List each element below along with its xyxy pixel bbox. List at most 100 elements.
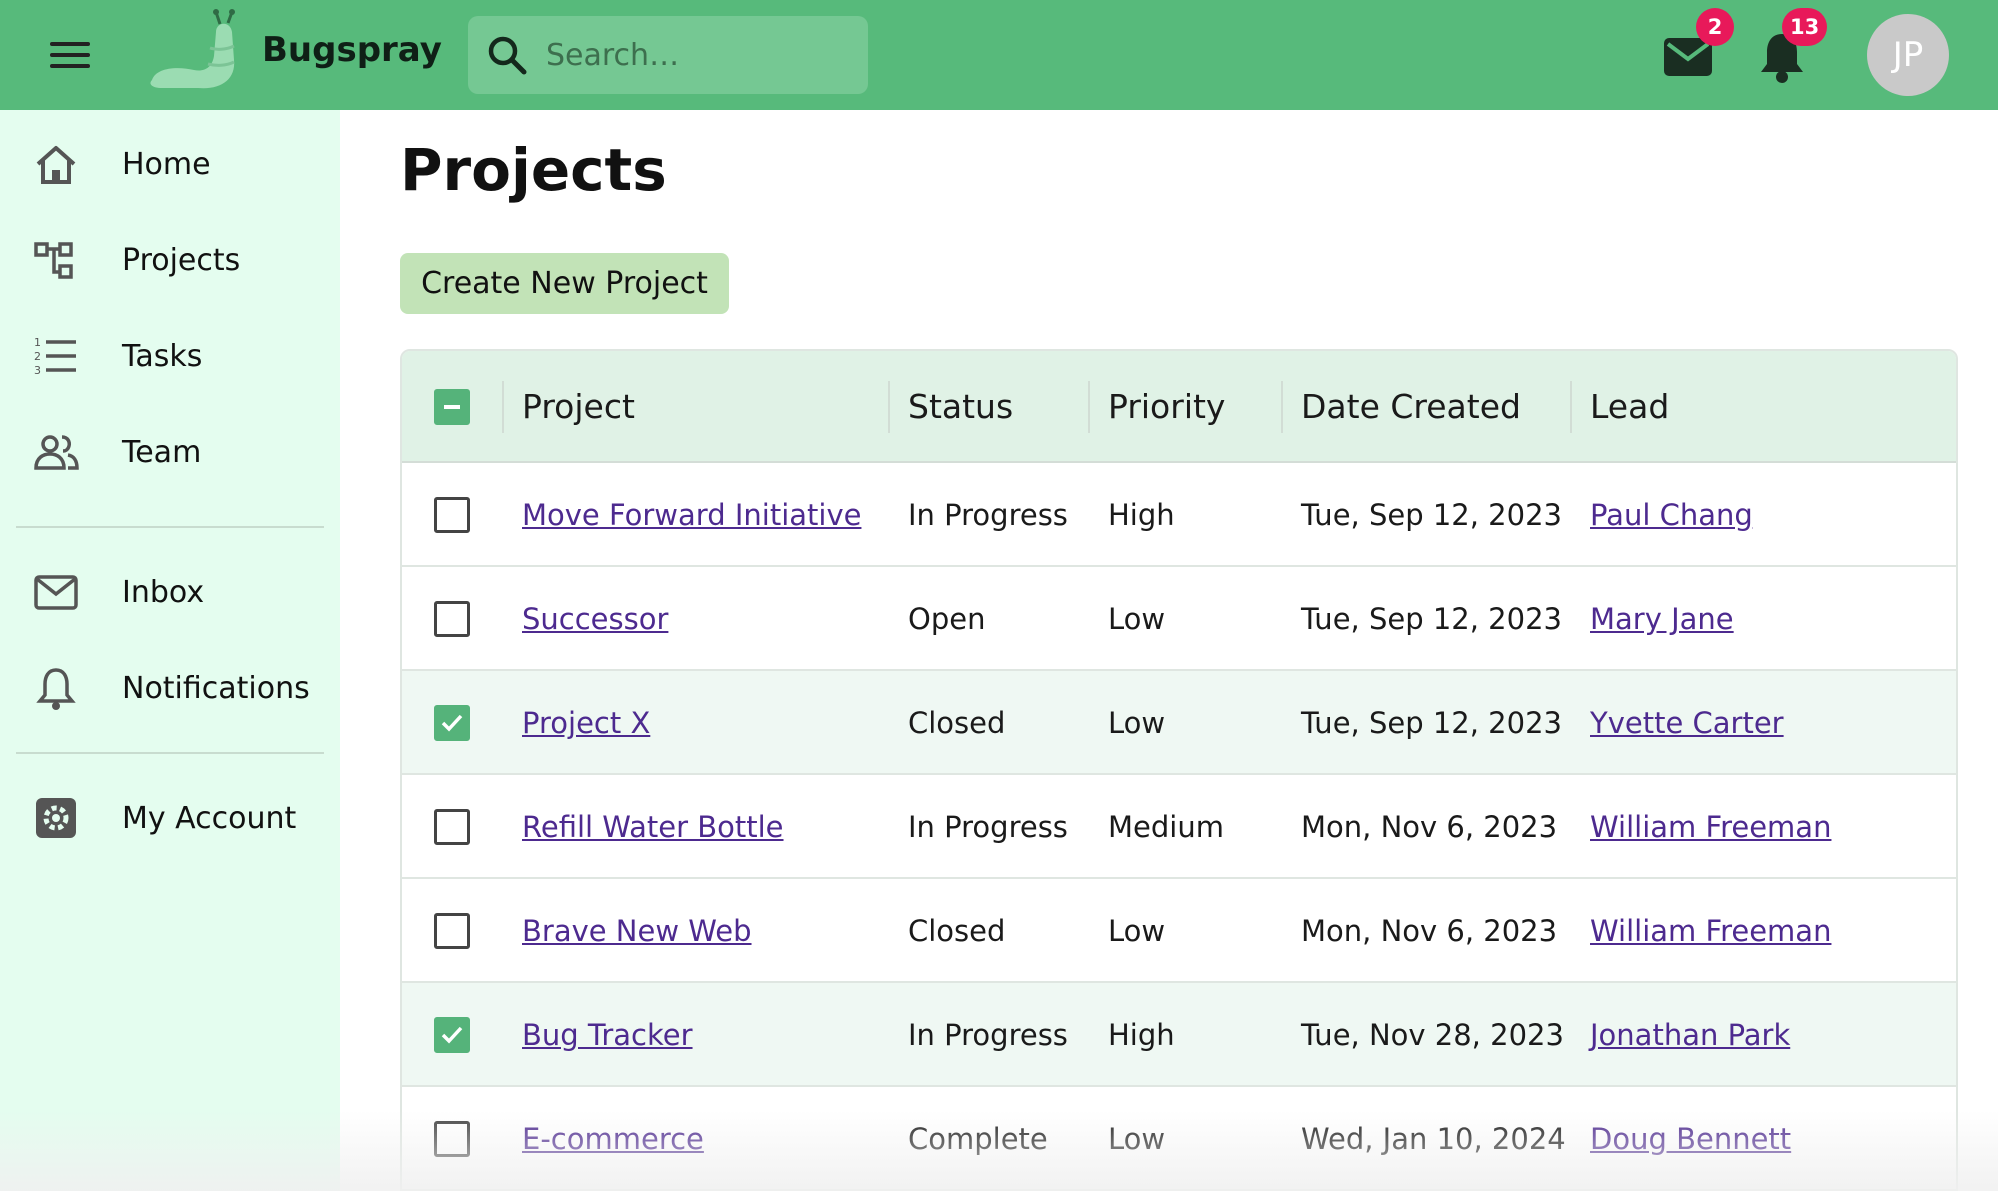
sidebar-item-label: Inbox — [122, 574, 205, 610]
table-row[interactable]: Refill Water Bottle In Progress Medium M… — [402, 775, 1956, 879]
project-link[interactable]: Successor — [522, 602, 668, 636]
notification-count-badge: 13 — [1782, 8, 1828, 46]
priority-cell: High — [1108, 1018, 1175, 1052]
table-row[interactable]: Bug Tracker In Progress High Tue, Nov 28… — [402, 983, 1956, 1087]
sidebar-item-inbox[interactable]: Inbox — [0, 552, 340, 632]
column-header-date-created[interactable]: Date Created — [1301, 351, 1521, 463]
priority-cell: High — [1108, 498, 1175, 532]
brand-name: Bugspray — [262, 30, 442, 70]
date-cell: Mon, Nov 6, 2023 — [1301, 914, 1558, 948]
table-header: Project Status Priority Date Created Lea… — [402, 351, 1956, 463]
project-link[interactable]: Refill Water Bottle — [522, 810, 784, 844]
column-separator — [1570, 381, 1572, 433]
project-link[interactable]: Bug Tracker — [522, 1018, 693, 1052]
priority-cell: Medium — [1108, 810, 1224, 844]
projects-table: Project Status Priority Date Created Lea… — [400, 349, 1958, 1191]
lead-link[interactable]: William Freeman — [1590, 810, 1831, 844]
column-header-status[interactable]: Status — [908, 351, 1013, 463]
sidebar-item-notifications[interactable]: Notifications — [0, 648, 340, 728]
sidebar-divider — [16, 752, 324, 754]
inbox-icon — [34, 575, 78, 610]
team-icon — [34, 435, 79, 470]
status-cell: In Progress — [908, 498, 1068, 532]
select-all-checkbox[interactable] — [434, 389, 470, 425]
tasks-icon: 1 2 3 — [34, 336, 76, 377]
lead-link[interactable]: Yvette Carter — [1590, 706, 1784, 740]
sidebar-item-label: Projects — [122, 242, 241, 278]
lead-link[interactable]: Doug Bennett — [1590, 1122, 1791, 1156]
column-header-project[interactable]: Project — [522, 351, 635, 463]
date-cell: Tue, Nov 28, 2023 — [1301, 1018, 1564, 1052]
row-checkbox[interactable] — [434, 913, 470, 949]
project-link[interactable]: Move Forward Initiative — [522, 498, 861, 532]
projects-icon — [34, 242, 73, 279]
table-row[interactable]: Move Forward Initiative In Progress High… — [402, 463, 1956, 567]
project-link[interactable]: Project X — [522, 706, 650, 740]
sidebar-item-label: Team — [122, 434, 202, 470]
row-checkbox[interactable] — [434, 1017, 470, 1053]
svg-text:1: 1 — [34, 336, 41, 349]
column-separator — [1281, 381, 1283, 433]
lead-link[interactable]: Paul Chang — [1590, 498, 1753, 532]
search-box[interactable] — [468, 16, 868, 94]
top-bar: Bugspray 2 13 JP — [0, 0, 1998, 110]
hamburger-menu-icon[interactable] — [44, 35, 96, 75]
row-checkbox[interactable] — [434, 497, 470, 533]
lead-link[interactable]: Mary Jane — [1590, 602, 1734, 636]
sidebar-item-label: Tasks — [122, 338, 203, 374]
sidebar-item-projects[interactable]: Projects — [0, 220, 340, 300]
table-row[interactable]: Brave New Web Closed Low Mon, Nov 6, 202… — [402, 879, 1956, 983]
project-link[interactable]: E-commerce — [522, 1122, 704, 1156]
sidebar-item-my-account[interactable]: My Account — [0, 778, 340, 858]
status-cell: Closed — [908, 706, 1006, 740]
status-cell: Open — [908, 602, 986, 636]
row-checkbox[interactable] — [434, 1121, 470, 1157]
date-cell: Wed, Jan 10, 2024 — [1301, 1122, 1566, 1156]
table-row[interactable]: Successor Open Low Tue, Sep 12, 2023 Mar… — [402, 567, 1956, 671]
mail-button[interactable]: 2 — [1660, 8, 1734, 84]
row-checkbox[interactable] — [434, 601, 470, 637]
sidebar-item-label: My Account — [122, 800, 297, 836]
column-separator — [888, 381, 890, 433]
sidebar-divider — [16, 526, 324, 528]
project-link[interactable]: Brave New Web — [522, 914, 752, 948]
priority-cell: Low — [1108, 602, 1166, 636]
checkmark-icon — [441, 1026, 463, 1044]
sidebar-item-label: Notifications — [122, 670, 310, 706]
home-icon — [36, 146, 76, 184]
priority-cell: Low — [1108, 1122, 1166, 1156]
status-cell: Complete — [908, 1122, 1048, 1156]
row-checkbox[interactable] — [434, 705, 470, 741]
sidebar-item-team[interactable]: Team — [0, 412, 340, 492]
user-avatar[interactable]: JP — [1867, 14, 1949, 96]
sidebar-item-home[interactable]: Home — [0, 124, 340, 204]
sidebar-item-label: Home — [122, 146, 211, 182]
lead-link[interactable]: William Freeman — [1590, 914, 1831, 948]
status-cell: In Progress — [908, 1018, 1068, 1052]
page-title: Projects — [400, 136, 667, 204]
checkmark-icon — [441, 714, 463, 732]
priority-cell: Low — [1108, 706, 1166, 740]
create-new-project-button[interactable]: Create New Project — [400, 253, 729, 314]
sidebar: Home Projects 1 2 3 Tasks Team Inbox Not… — [0, 110, 340, 1191]
table-row[interactable]: Project X Closed Low Tue, Sep 12, 2023 Y… — [402, 671, 1956, 775]
date-cell: Tue, Sep 12, 2023 — [1301, 706, 1562, 740]
mail-count-badge: 2 — [1696, 8, 1734, 46]
sidebar-item-tasks[interactable]: 1 2 3 Tasks — [0, 316, 340, 396]
bell-icon — [36, 668, 76, 710]
priority-cell: Low — [1108, 914, 1166, 948]
column-separator — [502, 381, 504, 433]
column-header-lead[interactable]: Lead — [1590, 351, 1669, 463]
column-header-priority[interactable]: Priority — [1108, 351, 1225, 463]
status-cell: In Progress — [908, 810, 1068, 844]
date-cell: Tue, Sep 12, 2023 — [1301, 602, 1562, 636]
lead-link[interactable]: Jonathan Park — [1590, 1018, 1790, 1052]
svg-text:2: 2 — [34, 350, 41, 363]
date-cell: Mon, Nov 6, 2023 — [1301, 810, 1558, 844]
search-input[interactable] — [546, 30, 846, 80]
svg-text:3: 3 — [34, 364, 41, 377]
row-checkbox[interactable] — [434, 809, 470, 845]
gear-icon — [36, 798, 76, 838]
table-row[interactable]: E-commerce Complete Low Wed, Jan 10, 202… — [402, 1087, 1956, 1191]
notifications-button[interactable]: 13 — [1754, 8, 1828, 84]
